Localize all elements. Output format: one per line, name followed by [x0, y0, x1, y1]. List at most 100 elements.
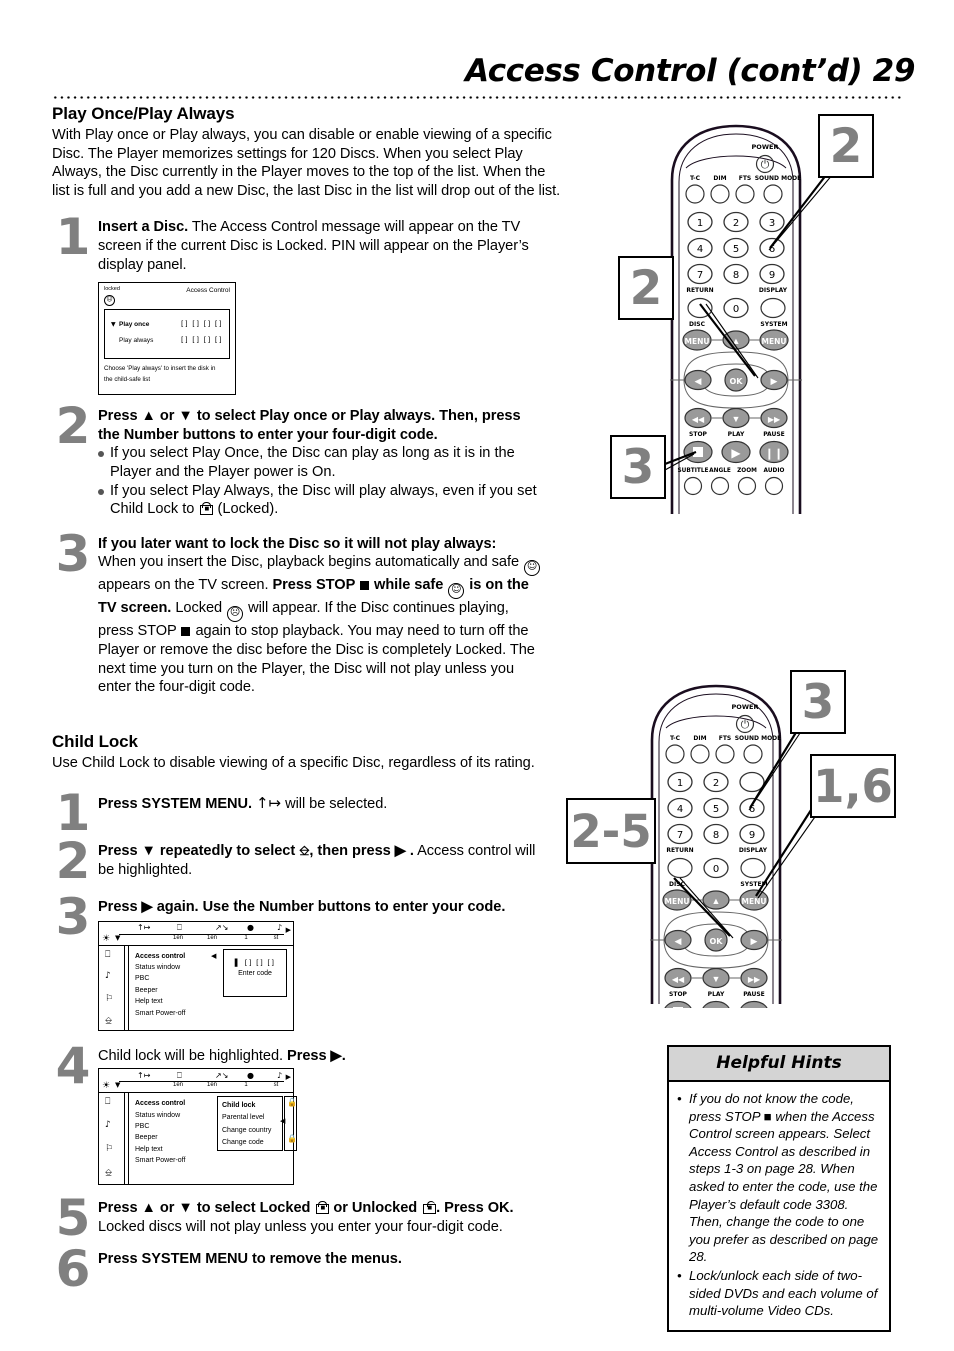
svg-text:OK: OK — [710, 937, 724, 946]
svg-text:▼: ▼ — [732, 414, 741, 424]
lock-closed-icon: ■ — [316, 1201, 330, 1215]
svg-text:▶▶: ▶▶ — [768, 415, 781, 424]
language-icon[interactable]: ⚐ — [105, 994, 113, 1004]
osd-submenu-change-country[interactable]: Change country — [222, 1125, 282, 1137]
osd-item-pbc[interactable]: PBC — [135, 973, 225, 984]
step-number: 5 — [55, 1189, 91, 1248]
svg-text:2: 2 — [713, 778, 719, 789]
features-icon: ↑↦ — [256, 794, 282, 813]
osd-item-status-window[interactable]: Status window — [135, 1110, 225, 1121]
osd-item-beeper[interactable]: Beeper — [135, 985, 225, 996]
callout-text: 2 — [829, 118, 863, 174]
angle-button — [710, 476, 730, 496]
tv-locked-label: locked — [104, 286, 120, 293]
osd-item-smart-power-off[interactable]: Smart Power-off — [135, 1008, 225, 1019]
right-arrow-icon: ▶ — [285, 1073, 291, 1082]
osd-sidebar: ⎕ ♪ ⚐ ⎒ — [99, 1093, 125, 1185]
features-icon[interactable]: ⎒ — [105, 1016, 112, 1026]
osd-item-help-text[interactable]: Help text — [135, 1144, 225, 1155]
step-2-bullet-2-text-b: (Locked). — [213, 501, 279, 518]
down-arrow-icon: ▼ — [115, 933, 121, 942]
svg-text:0: 0 — [733, 304, 739, 315]
osd-lock-state-column: 🔓 ◀ 🔒 — [280, 1096, 297, 1152]
tv-option-row-play-always[interactable]: Play always [] [] [] [] — [111, 336, 225, 344]
step-4-child-lock: 4 Child lock will be highlighted. Press … — [52, 1041, 562, 1091]
play-label: PLAY — [708, 991, 725, 998]
sound-icon[interactable]: ♪ — [105, 971, 111, 981]
osd-item-help-text[interactable]: Help text — [135, 996, 225, 1007]
language-icon[interactable]: ⚐ — [105, 1144, 113, 1154]
osd-item-access-control[interactable]: Access control — [135, 1098, 225, 1109]
osd-item-list: Access control Status window PBC Beeper … — [135, 951, 225, 1019]
number-3-button — [739, 771, 765, 793]
osd-item-smart-power-off[interactable]: Smart Power-off — [135, 1155, 225, 1166]
svg-text:MENU: MENU — [742, 897, 767, 906]
return-label: RETURN — [666, 847, 693, 854]
svg-text:▲: ▲ — [732, 336, 741, 346]
step-number: 6 — [55, 1240, 91, 1299]
lock-open-icon: ■ — [423, 1201, 437, 1215]
osd-submenu-child-lock[interactable]: Child lock — [222, 1100, 282, 1112]
cl-step-5-bold-c: . Press OK. — [436, 1200, 514, 1217]
remote-control-diagram-1: POWER ⏻ T-C DIM FTS SOUND MODE 1 2 3 4 5… — [610, 114, 874, 518]
osd-submenu-parental-level[interactable]: Parental level — [222, 1112, 282, 1124]
features-icon: ↑↦ — [137, 1070, 151, 1080]
system-label: SYSTEM — [760, 321, 787, 328]
osd-divider — [128, 1093, 129, 1185]
step-5-child-lock: 5 Press ▲ or ▼ to select Locked ■ or Unl… — [52, 1193, 562, 1243]
picture-icon[interactable]: ⎕ — [105, 1097, 110, 1107]
step-3-b2: Press STOP — [272, 577, 360, 594]
osd-body: ⎕ ♪ ⚐ ⎒ Access control Status window PBC… — [98, 945, 294, 1031]
stop-label: STOP — [669, 991, 688, 998]
step-number: 1 — [55, 784, 91, 843]
osd-menu-child-lock: ☀ ▼ ↑↦ ⎕ ↗↘ ● ♪ 1en 1en 1 st ▶ ⎕ ♪ ⚐ ⎒ A… — [98, 1068, 297, 1186]
remote-control-diagram-2: POWER ⏻ T-C DIM FTS SOUND MODE 1 2 4 5 6… — [566, 670, 896, 1008]
svg-text:5: 5 — [733, 244, 739, 255]
tc-label: T-C — [670, 735, 681, 742]
cl-step-4-bold: Press ▶. — [287, 1047, 346, 1064]
sound-icon: ♪ — [277, 1070, 283, 1080]
callout-text: 1,6 — [813, 759, 893, 813]
step-2-bullet-2: If you select Play Always, the Disc will… — [98, 482, 542, 519]
features-icon[interactable]: ⎒ — [105, 1168, 112, 1178]
svg-text:MENU: MENU — [762, 337, 787, 346]
tv-option-row-play-once[interactable]: ▼ Play once [] [] [] [] — [111, 320, 225, 328]
helpful-hint-1: If you do not know the code, press STOP … — [677, 1090, 881, 1266]
osd-submenu-change-code[interactable]: Change code — [222, 1137, 282, 1149]
subtitle-label: SUBTITLE — [677, 468, 708, 474]
frown-locked-icon: ☹ — [227, 606, 244, 623]
svg-text:◀: ◀ — [695, 376, 702, 386]
tv-footer-line-2: the child-safe list — [104, 376, 151, 384]
callout-step-3-stop: 3 — [610, 435, 666, 499]
picture-icon[interactable]: ⎕ — [105, 950, 110, 960]
lock-closed-icon[interactable]: 🔒 — [287, 1134, 297, 1143]
zoom-label: ZOOM — [737, 468, 757, 474]
smiley-safe-icon: ☺ — [524, 560, 541, 577]
svg-text:4: 4 — [697, 244, 703, 255]
osd-bar-label-3: st — [273, 934, 279, 941]
step-2-bullet-1: If you select Play Once, the Disc can pl… — [98, 444, 542, 481]
tv-option-code-boxes: [] [] [] [] — [181, 320, 223, 329]
audio-label: AUDIO — [764, 468, 785, 474]
dim-label: DIM — [693, 735, 706, 742]
step-number: 3 — [55, 888, 91, 947]
svg-text:8: 8 — [733, 270, 739, 281]
lock-open-icon[interactable]: 🔓 — [287, 1098, 297, 1107]
osd-item-status-window[interactable]: Status window — [135, 962, 225, 973]
fts-label: FTS — [719, 735, 732, 742]
osd-item-beeper[interactable]: Beeper — [135, 1132, 225, 1143]
stop-square-icon — [181, 627, 191, 637]
sound-icon[interactable]: ♪ — [105, 1120, 111, 1130]
step-2-bullet-2-text-a: If you select Play Always, the Disc will… — [110, 482, 537, 518]
globe-icon: ☀ — [102, 933, 111, 944]
svg-text:1: 1 — [677, 778, 683, 789]
step-number: 2 — [55, 831, 91, 890]
angle-label: ANGLE — [709, 468, 731, 474]
stop-label: STOP — [689, 431, 708, 438]
cl-step-3-bold: Press ▶ again. Use the Number buttons to… — [98, 899, 506, 916]
pause-label: PAUSE — [743, 991, 765, 998]
osd-item-pbc[interactable]: PBC — [135, 1121, 225, 1132]
step-3-t2: appears on the TV screen. — [98, 577, 273, 594]
picture-icon: ⎕ — [177, 1070, 182, 1080]
fts-button — [715, 744, 735, 764]
